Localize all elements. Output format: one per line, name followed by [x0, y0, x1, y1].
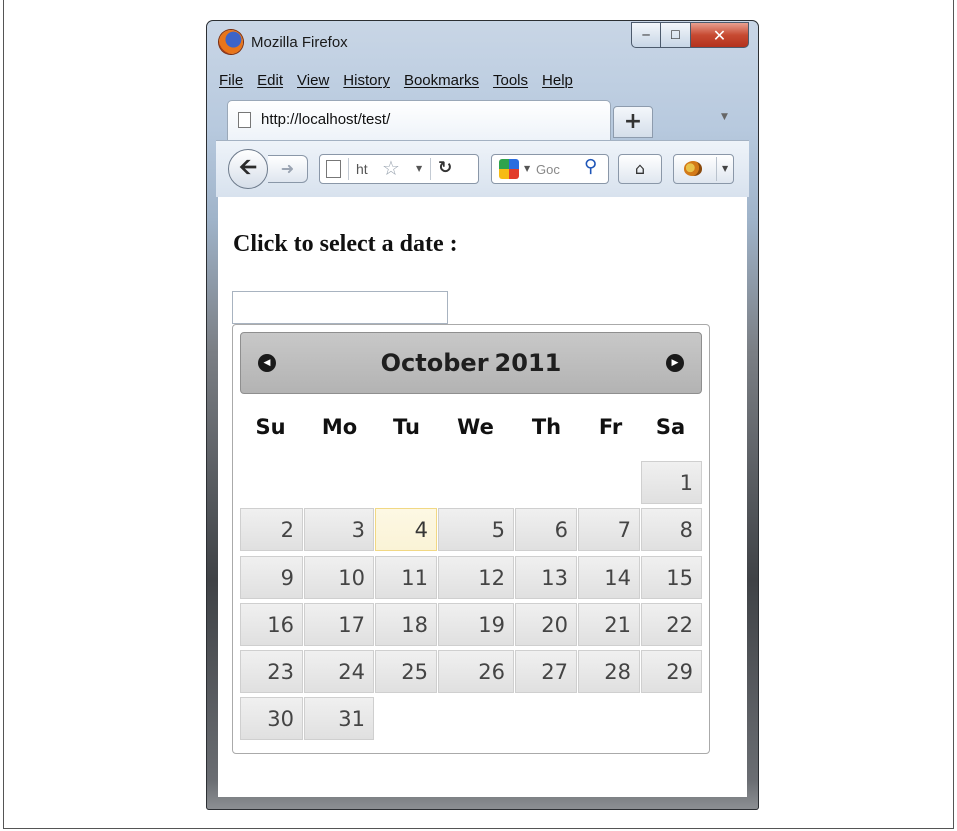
menu-edit[interactable]: Edit — [250, 69, 290, 95]
addon-divider — [716, 157, 717, 181]
day-cell[interactable]: 15 — [641, 556, 702, 599]
menu-bar: File Edit View History Bookmarks Tools H… — [212, 69, 580, 95]
search-engine-dropdown-icon[interactable]: ▼ — [524, 164, 530, 173]
addon-button[interactable]: ▼ — [673, 154, 734, 184]
day-cell[interactable]: 24 — [304, 650, 374, 693]
navigation-toolbar: 🡨 ➜ ht ☆ ▼ ↻ ▼ Goc ⚲ ⌂ ▼ — [216, 140, 749, 197]
datepicker-title: October 2011 — [241, 349, 701, 377]
search-bar[interactable]: ▼ Goc ⚲ — [491, 154, 609, 184]
day-cell[interactable]: 27 — [515, 650, 577, 693]
window-controls: ─ ☐ ✕ — [631, 22, 749, 50]
weekday-we: We — [457, 415, 494, 439]
year-label: 2011 — [494, 349, 562, 377]
day-cell[interactable]: 19 — [438, 603, 514, 646]
day-cell[interactable]: 1 — [641, 461, 702, 504]
menu-file[interactable]: File — [212, 69, 250, 95]
url-text[interactable]: ht — [356, 161, 368, 177]
url-divider — [348, 158, 349, 180]
addon-dropdown-icon[interactable]: ▼ — [722, 164, 728, 173]
day-cell[interactable]: 21 — [578, 603, 640, 646]
maximize-button[interactable]: ☐ — [661, 22, 691, 48]
day-cell[interactable]: 3 — [304, 508, 374, 551]
day-cell[interactable]: 26 — [438, 650, 514, 693]
day-cell[interactable]: 18 — [375, 603, 437, 646]
weekday-su: Su — [255, 415, 286, 439]
day-cell[interactable]: 16 — [240, 603, 303, 646]
weekday-sa: Sa — [655, 415, 686, 439]
home-button[interactable]: ⌂ — [618, 154, 662, 184]
day-cell[interactable]: 2 — [240, 508, 303, 551]
weekday-tu: Tu — [393, 415, 420, 439]
title-bar[interactable]: Mozilla Firefox ─ ☐ ✕ — [206, 20, 759, 66]
star-icon[interactable]: ☆ — [382, 156, 400, 180]
search-input[interactable]: Goc — [536, 162, 560, 177]
weekday-fr: Fr — [598, 415, 623, 439]
next-month-icon[interactable]: ▶ — [666, 354, 684, 372]
forward-button[interactable]: ➜ — [268, 155, 308, 183]
day-cell[interactable]: 30 — [240, 697, 303, 740]
weekday-mo: Mo — [321, 415, 358, 439]
day-cell[interactable]: 28 — [578, 650, 640, 693]
day-cell[interactable]: 22 — [641, 603, 702, 646]
addon-icon — [684, 161, 702, 176]
day-cell[interactable]: 25 — [375, 650, 437, 693]
maximize-icon: ☐ — [670, 28, 681, 42]
page-icon — [238, 112, 251, 128]
day-cell[interactable]: 20 — [515, 603, 577, 646]
url-bar[interactable]: ht ☆ ▼ ↻ — [319, 154, 479, 184]
url-divider — [430, 158, 431, 180]
menu-help[interactable]: Help — [535, 69, 580, 95]
firefox-icon — [219, 30, 243, 54]
close-icon: ✕ — [712, 25, 727, 45]
reload-icon[interactable]: ↻ — [438, 158, 452, 178]
day-cell[interactable]: 31 — [304, 697, 374, 740]
day-cell[interactable]: 17 — [304, 603, 374, 646]
page-icon — [326, 160, 341, 178]
forward-arrow-icon: ➜ — [280, 159, 295, 178]
new-tab-button[interactable]: + — [613, 106, 653, 138]
day-cell[interactable]: 12 — [438, 556, 514, 599]
day-cell[interactable]: 10 — [304, 556, 374, 599]
tab-localhost[interactable]: http://localhost/test/ — [227, 100, 611, 140]
google-icon[interactable] — [499, 159, 519, 179]
month-label: October — [380, 349, 489, 377]
search-icon[interactable]: ⚲ — [584, 156, 597, 177]
minimize-icon: ─ — [642, 28, 650, 42]
tab-list-arrow-icon[interactable]: ▼ — [721, 112, 728, 122]
close-button[interactable]: ✕ — [691, 22, 749, 48]
menu-tools[interactable]: Tools — [486, 69, 535, 95]
page-heading: Click to select a date : — [233, 231, 458, 257]
day-cell[interactable]: 8 — [641, 508, 702, 551]
datepicker: ◀ October 2011 ▶ Su Mo Tu We Th Fr Sa 1 2… — [232, 324, 710, 754]
day-cell[interactable]: 13 — [515, 556, 577, 599]
back-arrow-icon: 🡨 — [239, 155, 257, 180]
menu-bookmarks[interactable]: Bookmarks — [397, 69, 486, 95]
day-cell[interactable]: 14 — [578, 556, 640, 599]
menu-view[interactable]: View — [290, 69, 336, 95]
minimize-button[interactable]: ─ — [631, 22, 661, 48]
date-input[interactable] — [232, 291, 448, 324]
day-cell[interactable]: 5 — [438, 508, 514, 551]
day-cell[interactable]: 23 — [240, 650, 303, 693]
datepicker-header: ◀ October 2011 ▶ — [240, 332, 702, 394]
tab-title: http://localhost/test/ — [261, 111, 391, 128]
day-cell[interactable]: 29 — [641, 650, 702, 693]
home-icon: ⌂ — [634, 159, 646, 178]
day-cell[interactable]: 9 — [240, 556, 303, 599]
weekday-th: Th — [531, 415, 562, 439]
menu-history[interactable]: History — [336, 69, 397, 95]
url-dropdown-icon[interactable]: ▼ — [416, 164, 422, 173]
day-cell[interactable]: 6 — [515, 508, 577, 551]
page-content: Click to select a date : ◀ October 2011 ▶… — [218, 197, 747, 797]
back-button[interactable]: 🡨 — [228, 149, 268, 189]
window-title: Mozilla Firefox — [251, 34, 348, 51]
day-cell[interactable]: 11 — [375, 556, 437, 599]
day-cell-today[interactable]: 4 — [375, 508, 437, 551]
day-cell[interactable]: 7 — [578, 508, 640, 551]
